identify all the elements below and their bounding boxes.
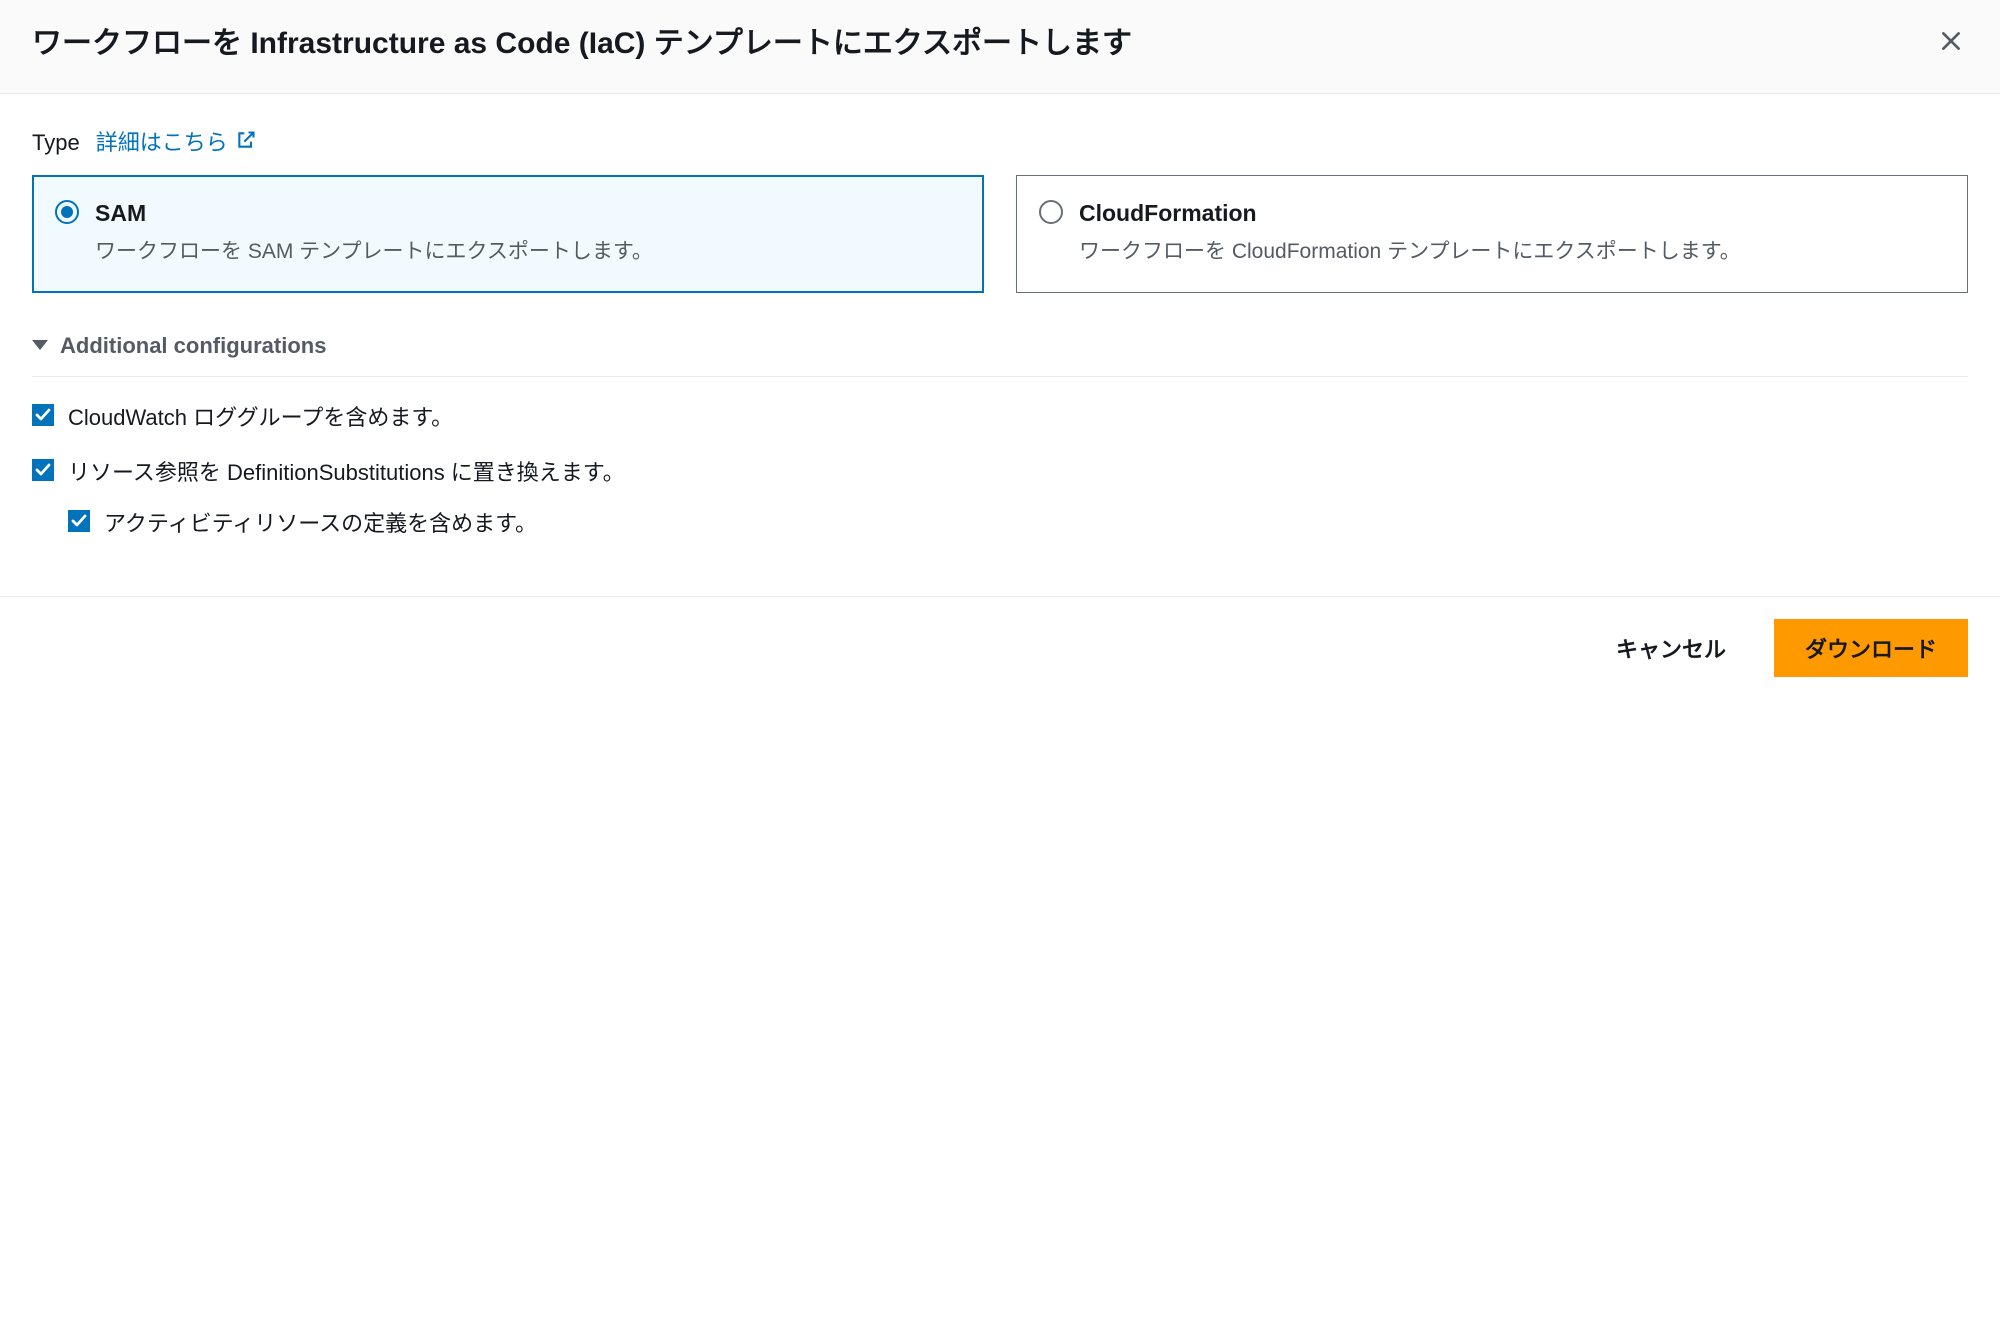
type-row: Type 詳細はこちら	[32, 126, 1968, 159]
tile-cloudformation[interactable]: CloudFormation ワークフローを CloudFormation テン…	[1016, 175, 1968, 293]
export-iac-dialog: ワークフローを Infrastructure as Code (IaC) テンプ…	[0, 0, 2000, 677]
tile-title: SAM	[95, 196, 961, 231]
radio-icon	[55, 200, 79, 224]
download-button[interactable]: ダウンロード	[1774, 619, 1968, 677]
dialog-body: Type 詳細はこちら SAM ワークフローを SAM テンプレートにエクスポー…	[0, 94, 2000, 556]
definition-substitutions-group: リソース参照を DefinitionSubstitutions に置き換えます。…	[32, 456, 1968, 540]
learn-more-text: 詳細はこちら	[96, 126, 228, 159]
learn-more-link[interactable]: 詳細はこちら	[96, 126, 256, 159]
type-tiles: SAM ワークフローを SAM テンプレートにエクスポートします。 CloudF…	[32, 175, 1968, 293]
dialog-footer: キャンセル ダウンロード	[0, 596, 2000, 677]
tile-sam[interactable]: SAM ワークフローを SAM テンプレートにエクスポートします。	[32, 175, 984, 293]
checkbox-label: アクティビティリソースの定義を含めます。	[104, 507, 537, 540]
checkbox-cloudwatch-logs[interactable]: CloudWatch ロググループを含めます。	[32, 401, 1968, 434]
checkbox-checked-icon	[32, 459, 54, 481]
tile-description: ワークフローを SAM テンプレートにエクスポートします。	[95, 236, 961, 268]
type-label: Type	[32, 126, 80, 159]
checkbox-definition-substitutions[interactable]: リソース参照を DefinitionSubstitutions に置き換えます。	[32, 456, 1968, 489]
checkbox-checked-icon	[32, 404, 54, 426]
checkbox-checked-icon	[68, 510, 90, 532]
radio-icon	[1039, 200, 1063, 224]
checkbox-label: CloudWatch ロググループを含めます。	[68, 401, 453, 434]
external-link-icon	[236, 126, 256, 159]
tile-body: SAM ワークフローを SAM テンプレートにエクスポートします。	[95, 196, 961, 268]
checkbox-activity-resources[interactable]: アクティビティリソースの定義を含めます。	[68, 507, 1968, 540]
dialog-header: ワークフローを Infrastructure as Code (IaC) テンプ…	[0, 0, 2000, 94]
additional-config-list: CloudWatch ロググループを含めます。 リソース参照を Definiti…	[32, 401, 1968, 540]
tile-body: CloudFormation ワークフローを CloudFormation テン…	[1079, 196, 1945, 268]
close-icon	[1938, 42, 1964, 57]
cancel-button[interactable]: キャンセル	[1586, 619, 1756, 677]
dialog-title: ワークフローを Infrastructure as Code (IaC) テンプ…	[32, 24, 1934, 65]
additional-config-title: Additional configurations	[60, 329, 326, 362]
tile-title: CloudFormation	[1079, 196, 1945, 231]
tile-description: ワークフローを CloudFormation テンプレートにエクスポートします。	[1079, 236, 1945, 268]
checkbox-label: リソース参照を DefinitionSubstitutions に置き換えます。	[68, 456, 625, 489]
additional-config-toggle[interactable]: Additional configurations	[32, 329, 1968, 377]
close-button[interactable]	[1934, 24, 1968, 61]
caret-down-icon	[32, 340, 48, 350]
